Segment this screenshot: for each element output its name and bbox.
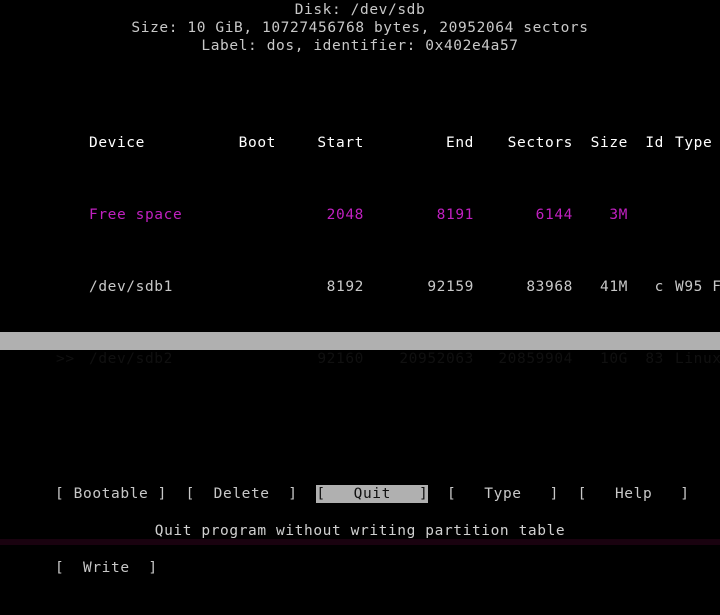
cell-sectors: 20859904	[498, 351, 573, 367]
cell-id: c	[654, 279, 664, 295]
header-marker-spacer	[56, 134, 89, 152]
cell-device: Free space	[88, 207, 183, 223]
disk-path-line: Disk: /dev/sdb	[294, 2, 426, 18]
type-button-label: Type	[484, 486, 522, 502]
column-header-type: Type	[674, 135, 713, 151]
cell-id: 83	[645, 351, 664, 367]
column-header-size: Size	[590, 135, 628, 151]
quit-button-label: Quit	[353, 486, 391, 502]
table-row-selected[interactable]: >> /dev/sdb2 92160 20952063 20859904 10G 83 Lin…	[0, 332, 720, 367]
disk-label-line: Label: dos, identifier: 0x402e4a57	[201, 38, 519, 54]
cell-type: W95 FAT32 (LBA)	[674, 279, 720, 295]
type-button-open: [	[446, 486, 485, 502]
quit-button-open: [	[316, 486, 354, 502]
row-selection-marker: >>	[55, 351, 75, 367]
delete-button-close: ]	[269, 486, 298, 502]
write-button-label: Write	[83, 560, 130, 576]
column-header-end: End	[445, 135, 474, 151]
partition-table: Device Boot Start End Sectors Size Id Type Free…	[0, 62, 720, 404]
cell-size: 41M	[599, 279, 628, 295]
cell-end: 20952063	[399, 351, 474, 367]
disk-size-line: Size: 10 GiB, 10727456768 bytes, 2095206…	[131, 20, 589, 36]
bootable-button-label: Bootable	[73, 486, 149, 502]
help-button-close: ]	[652, 486, 690, 502]
cfdisk-screen: Disk: /dev/sdb Size: 10 GiB, 10727456768…	[0, 0, 720, 576]
delete-button-open: [	[185, 486, 214, 502]
status-hint: Quit program without writing partition t…	[154, 523, 566, 539]
bootable-button-close: ]	[148, 486, 167, 502]
cell-start: 2048	[326, 207, 364, 223]
cell-device: /dev/sdb1	[88, 279, 173, 295]
bootable-button[interactable]: [ Bootable ]	[55, 485, 167, 503]
quit-button[interactable]: [ Quit ]	[316, 485, 429, 503]
cell-type: Linux	[674, 351, 720, 367]
help-button-open: [	[577, 486, 615, 502]
cell-start: 92160	[317, 351, 364, 367]
cell-end: 92159	[427, 279, 474, 295]
menu-spacer	[428, 486, 447, 502]
table-row[interactable]: Free space 2048 8191 6144 3M	[0, 188, 720, 223]
table-row[interactable]: /dev/sdb1 8192 92159 83968 41M c W95 FAT32 (LB…	[0, 260, 720, 295]
disk-info-header: Disk: /dev/sdb Size: 10 GiB, 10727456768…	[0, 0, 720, 55]
delete-button[interactable]: [ Delete ]	[186, 485, 298, 503]
cell-size: 3M	[609, 207, 628, 223]
write-button-open: [	[55, 560, 83, 576]
cell-start: 8192	[326, 279, 364, 295]
cell-end: 8191	[436, 207, 474, 223]
cell-device: /dev/sdb2	[88, 351, 173, 367]
write-button-close: ]	[129, 560, 158, 576]
table-header-row: Device Boot Start End Sectors Size Id Type	[0, 116, 720, 151]
menu-spacer	[167, 486, 186, 502]
cell-size: 10G	[599, 351, 628, 367]
column-header-start: Start	[317, 135, 364, 151]
delete-button-label: Delete	[213, 486, 270, 502]
write-button[interactable]: [ Write ]	[55, 559, 158, 577]
action-menu-row-1: [ Bootable ] [ Delete ] [ Quit ] [ Type …	[55, 485, 690, 505]
column-header-device: Device	[88, 135, 145, 151]
action-menu-row-2: [ Write ]	[55, 559, 690, 579]
menu-spacer	[559, 486, 578, 502]
cell-sectors: 6144	[535, 207, 573, 223]
column-header-boot: Boot	[238, 135, 276, 151]
type-button-close: ]	[521, 486, 559, 502]
column-header-id: Id	[645, 135, 664, 151]
menu-spacer	[298, 486, 317, 502]
bottom-edge-strip	[0, 539, 720, 545]
help-button-label: Help	[614, 486, 653, 502]
cell-sectors: 83968	[526, 279, 573, 295]
bootable-button-open: [	[55, 486, 74, 502]
column-header-sectors: Sectors	[507, 135, 573, 151]
quit-button-close: ]	[390, 486, 429, 502]
type-button[interactable]: [ Type ]	[447, 485, 559, 503]
help-button[interactable]: [ Help ]	[578, 485, 690, 503]
